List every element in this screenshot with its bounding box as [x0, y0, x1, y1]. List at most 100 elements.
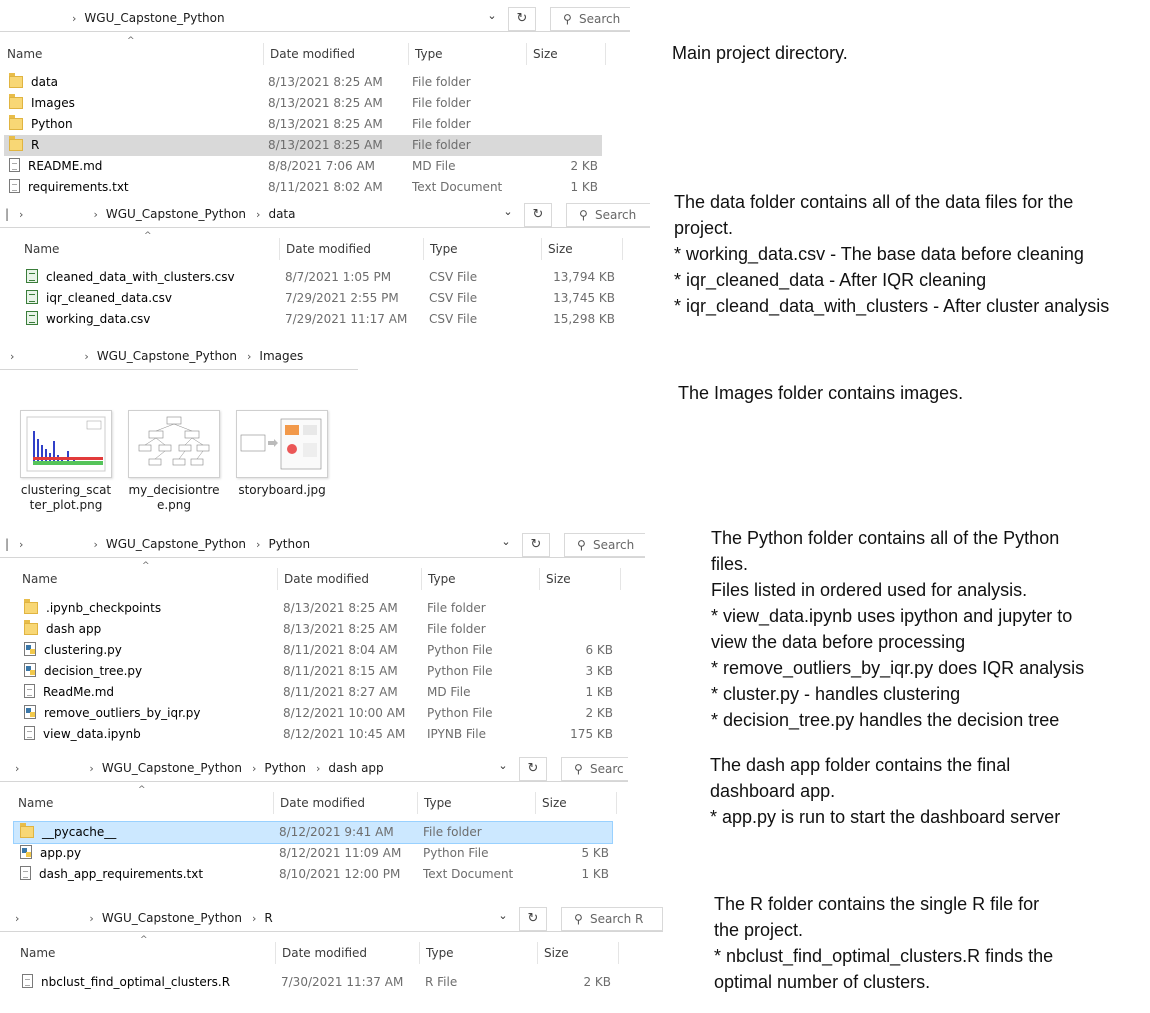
file-row[interactable]: __pycache__ 8/12/2021 9:41 AM File folder	[13, 821, 613, 844]
folder-icon	[20, 823, 34, 838]
breadcrumb-root[interactable]: WGU_Capstone_Python	[97, 349, 237, 363]
chevron-down-icon[interactable]: ⌄	[492, 759, 514, 779]
address-bar[interactable]: | › › WGU_Capstone_Python › Python ⌄ ↻ ⚲ Searc…	[0, 530, 645, 558]
file-date: 8/10/2021 12:00 PM	[279, 867, 401, 881]
breadcrumb-root[interactable]: WGU_Capstone_Python	[102, 761, 242, 775]
note-line: * working_data.csv - The base data befor…	[674, 244, 1084, 264]
breadcrumb-python[interactable]: Python	[268, 537, 310, 551]
file-size: 2 KB	[585, 706, 613, 720]
file-name: working_data.csv	[46, 312, 151, 326]
note-line: Files listed in ordered used for analysi…	[711, 580, 1028, 600]
breadcrumb-root[interactable]: WGU_Capstone_Python	[84, 11, 224, 25]
breadcrumb-python[interactable]: Python	[264, 761, 306, 775]
column-type[interactable]: Type	[423, 238, 541, 260]
column-date[interactable]: Date modified	[263, 43, 408, 65]
column-size[interactable]: Size	[541, 238, 623, 260]
file-row[interactable]: .ipynb_checkpoints 8/13/2021 8:25 AM File …	[18, 598, 618, 619]
refresh-icon[interactable]: ↻	[519, 907, 547, 931]
column-name[interactable]: ^ Name	[22, 561, 277, 590]
file-row[interactable]: decision_tree.py 8/11/2021 8:15 AM Python …	[18, 661, 618, 682]
note-line: * app.py is run to start the dashboard s…	[710, 807, 1061, 827]
chevron-down-icon[interactable]: ⌄	[481, 9, 503, 29]
file-name: ReadMe.md	[43, 685, 115, 699]
column-date[interactable]: Date modified	[279, 238, 423, 260]
file-row[interactable]: app.py 8/12/2021 11:09 AM Python File 5 KB	[14, 843, 612, 864]
address-bar[interactable]: | › › WGU_Capstone_Python › data ⌄ ↻ ⚲ Search	[0, 200, 650, 228]
breadcrumb-root[interactable]: WGU_Capstone_Python	[106, 537, 246, 551]
file-type: Python File	[427, 643, 493, 657]
column-date[interactable]: Date modified	[277, 568, 421, 590]
file-type: File folder	[412, 96, 471, 110]
file-type: Python File	[427, 664, 493, 678]
search-input[interactable]: ⚲ Searc	[561, 757, 628, 781]
search-input[interactable]: ⚲ Search	[566, 203, 650, 227]
column-size[interactable]: Size	[537, 942, 619, 964]
refresh-icon[interactable]: ↻	[519, 757, 547, 781]
file-row[interactable]: data 8/13/2021 8:25 AM File folder	[4, 72, 602, 93]
document-icon	[9, 158, 20, 172]
file-row[interactable]: R 8/13/2021 8:25 AM File folder	[4, 135, 602, 156]
file-type: Python File	[427, 706, 493, 720]
column-type[interactable]: Type	[421, 568, 539, 590]
column-size[interactable]: Size	[526, 43, 606, 65]
file-row[interactable]: README.md 8/8/2021 7:06 AM MD File 2 KB	[4, 156, 602, 177]
column-size[interactable]: Size	[535, 792, 617, 814]
file-row[interactable]: Python 8/13/2021 8:25 AM File folder	[4, 114, 602, 135]
chevron-down-icon[interactable]: ⌄	[497, 205, 519, 225]
note-line: The data folder contains all of the data…	[674, 192, 1074, 212]
breadcrumb-images[interactable]: Images	[259, 349, 303, 363]
file-row[interactable]: working_data.csv 7/29/2021 11:17 AM CSV Fi…	[20, 309, 620, 330]
file-row[interactable]: nbclust_find_optimal_clusters.R 7/30/2021…	[16, 972, 616, 993]
file-row[interactable]: dash_app_requirements.txt 8/10/2021 12:00…	[14, 864, 612, 885]
column-type[interactable]: Type	[408, 43, 526, 65]
file-date: 7/29/2021 11:17 AM	[285, 312, 408, 326]
breadcrumb-root[interactable]: WGU_Capstone_Python	[106, 207, 246, 221]
python-file-icon	[24, 705, 36, 719]
breadcrumb-dash-app[interactable]: dash app	[328, 761, 383, 775]
address-bar[interactable]: › › WGU_Capstone_Python › R ⌄ ↻ ⚲ Search R	[0, 904, 663, 932]
chevron-down-icon[interactable]: ⌄	[495, 535, 517, 555]
address-bar[interactable]: › › WGU_Capstone_Python › Images	[0, 342, 358, 370]
note-line: dashboard app.	[710, 781, 836, 801]
file-row[interactable]: iqr_cleaned_data.csv 7/29/2021 2:55 PM CSV…	[20, 288, 620, 309]
file-row[interactable]: view_data.ipynb 8/12/2021 10:45 AM IPYNB F…	[18, 724, 618, 745]
address-bar[interactable]: › › WGU_Capstone_Python › Python › dash app ⌄ …	[0, 754, 628, 782]
refresh-icon[interactable]: ↻	[524, 203, 552, 227]
column-size[interactable]: Size	[539, 568, 621, 590]
column-date[interactable]: Date modified	[273, 792, 417, 814]
column-type[interactable]: Type	[417, 792, 535, 814]
file-row[interactable]: ReadMe.md 8/11/2021 8:27 AM MD File 1 KB	[18, 682, 618, 703]
address-bar[interactable]: › WGU_Capstone_Python ⌄ ↻ ⚲ Search	[0, 4, 630, 32]
note-root: Main project directory.	[672, 40, 848, 66]
column-name[interactable]: ^ Name	[24, 231, 279, 260]
search-input[interactable]: ⚲ Search	[564, 533, 645, 557]
refresh-icon[interactable]: ↻	[508, 7, 536, 31]
thumbnail-storyboard[interactable]: storyboard.jpg	[236, 410, 328, 498]
file-date: 8/13/2021 8:25 AM	[268, 75, 383, 89]
column-name[interactable]: ^ Name	[18, 785, 273, 814]
python-file-icon	[20, 845, 32, 859]
refresh-icon[interactable]: ↻	[522, 533, 550, 557]
file-row[interactable]: Images 8/13/2021 8:25 AM File folder	[4, 93, 602, 114]
breadcrumb-r[interactable]: R	[264, 911, 272, 925]
file-size: 6 KB	[585, 643, 613, 657]
search-icon: ⚲	[574, 762, 583, 776]
file-row[interactable]: cleaned_data_with_clusters.csv 8/7/2021 1…	[20, 267, 620, 288]
file-row[interactable]: clustering.py 8/11/2021 8:04 AM Python Fil…	[18, 640, 618, 661]
thumbnail-my-decisiontree[interactable]: my_decisiontree.png	[128, 410, 220, 513]
file-type: Text Document	[423, 867, 514, 881]
search-input[interactable]: ⚲ Search	[550, 7, 630, 31]
file-date: 8/13/2021 8:25 AM	[268, 96, 383, 110]
file-row[interactable]: dash app 8/13/2021 8:25 AM File folder	[18, 619, 618, 640]
breadcrumb-data[interactable]: data	[268, 207, 295, 221]
column-name[interactable]: ^ Name	[7, 36, 263, 65]
thumbnail-clustering-scatter-plot[interactable]: clustering_scatter_plot.png	[20, 410, 112, 513]
search-input[interactable]: ⚲ Search R	[561, 907, 663, 931]
column-date[interactable]: Date modified	[275, 942, 419, 964]
file-row[interactable]: requirements.txt 8/11/2021 8:02 AM Text Do…	[4, 177, 602, 198]
file-row[interactable]: remove_outliers_by_iqr.py 8/12/2021 10:00…	[18, 703, 618, 724]
breadcrumb-root[interactable]: WGU_Capstone_Python	[102, 911, 242, 925]
chevron-down-icon[interactable]: ⌄	[492, 909, 514, 929]
column-type[interactable]: Type	[419, 942, 537, 964]
column-name[interactable]: ^ Name	[20, 935, 275, 964]
